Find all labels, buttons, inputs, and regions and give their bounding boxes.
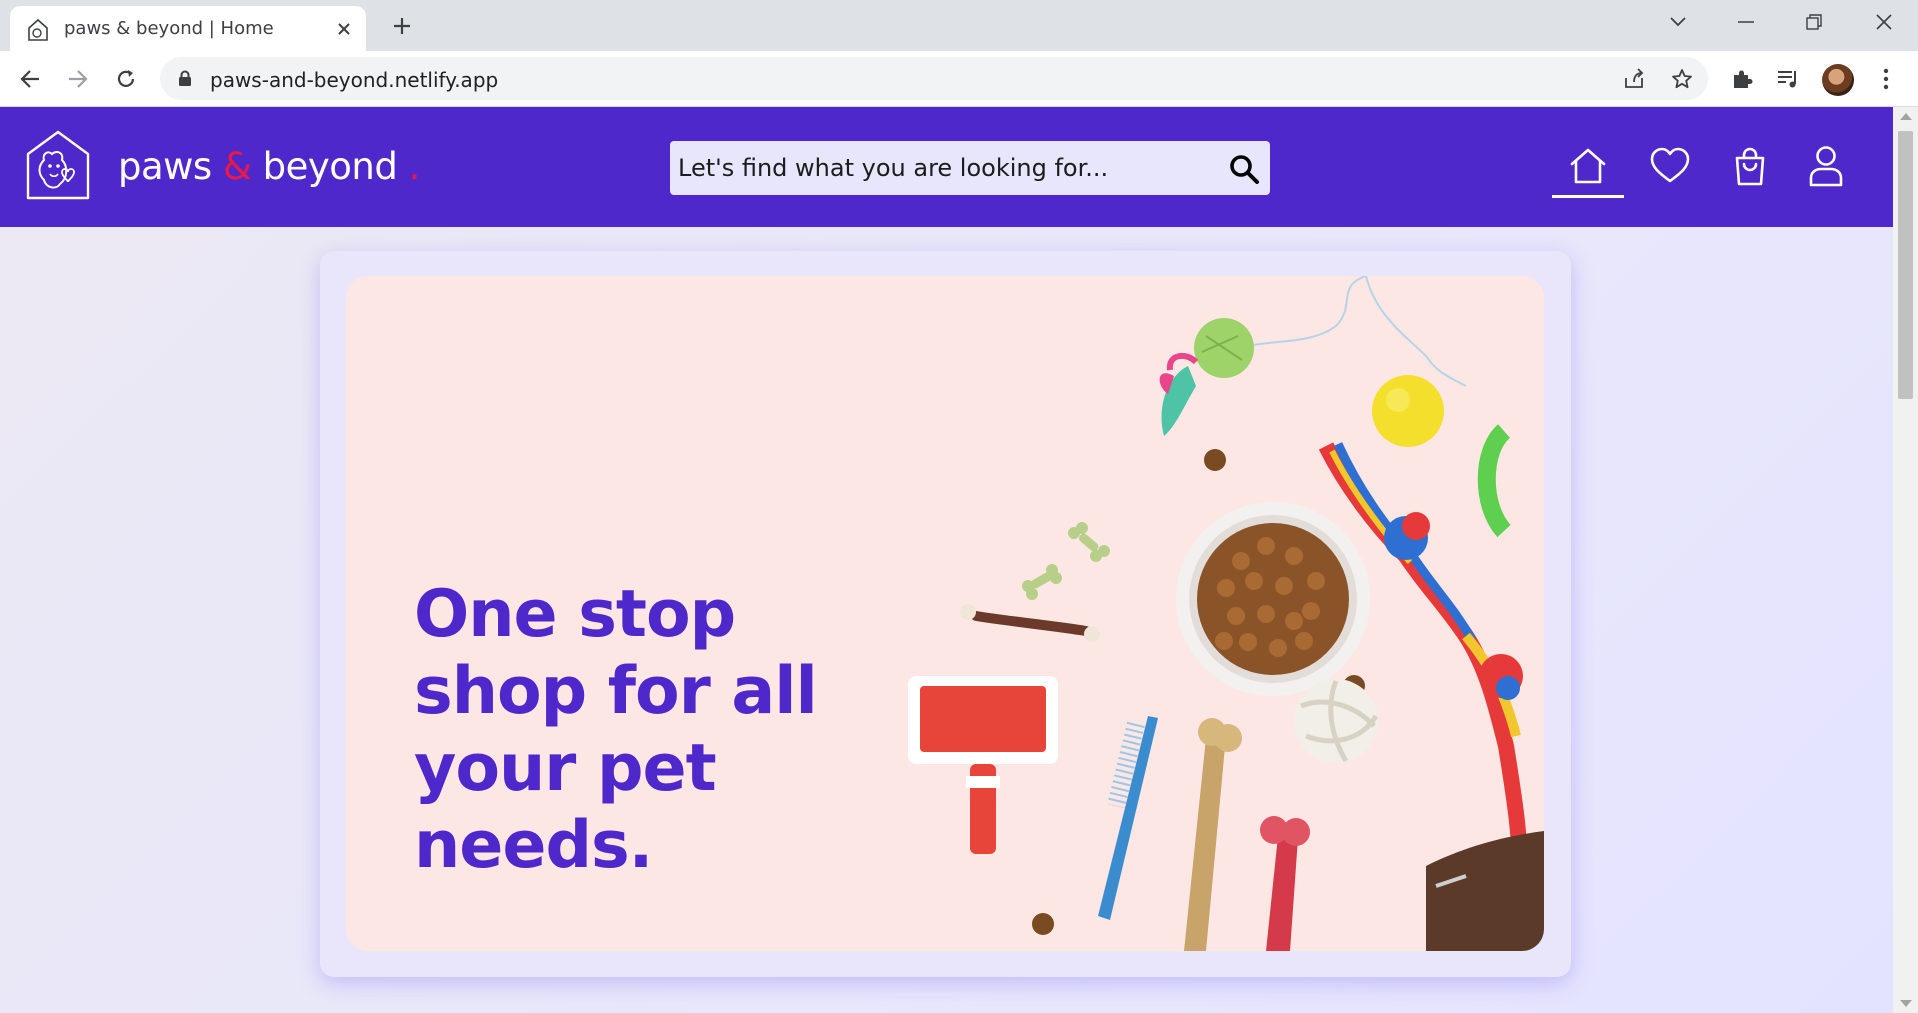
pet-supplies-illustration (908, 276, 1544, 951)
restore-icon[interactable] (1780, 0, 1848, 44)
wishlist-heart-icon[interactable] (1645, 141, 1695, 191)
browser-tabstrip: paws & beyond | Home (0, 0, 1918, 51)
search-icon[interactable] (1228, 153, 1260, 185)
home-active-indicator (1552, 195, 1624, 198)
page-scrollbar[interactable] (1893, 107, 1918, 1013)
share-icon[interactable] (1620, 65, 1648, 93)
home-icon[interactable] (1563, 141, 1613, 191)
scroll-down-arrow-icon[interactable] (1900, 1000, 1912, 1007)
browser-toolbar: paws-and-beyond.netlify.app (0, 51, 1918, 107)
brand-dot: . (408, 145, 421, 188)
paws-favicon-icon (28, 18, 48, 41)
close-window-icon[interactable] (1850, 0, 1918, 44)
new-tab-plus-icon[interactable] (386, 10, 418, 42)
site-header: paws & beyond . (0, 107, 1893, 227)
tab-title: paws & beyond | Home (64, 18, 274, 39)
browser-menu-kebab-icon[interactable] (1868, 61, 1904, 97)
brand-part2: beyond (262, 145, 398, 188)
search-bar (670, 141, 1270, 195)
brand-wordmark[interactable]: paws & beyond . (118, 145, 420, 188)
browser-tab-active[interactable]: paws & beyond | Home (10, 6, 366, 51)
hero-banner: One stop shop for all your pet needs. (346, 276, 1544, 951)
page-viewport: paws & beyond . One stop shop for a (0, 107, 1893, 1013)
shopping-bag-icon[interactable] (1725, 141, 1775, 191)
tab-close-icon[interactable] (330, 15, 358, 43)
user-account-icon[interactable] (1801, 141, 1851, 191)
forward-arrow-icon[interactable] (60, 61, 96, 97)
brand-part1: paws (118, 145, 212, 188)
tab-search-chevron-icon[interactable] (1644, 0, 1712, 44)
search-input[interactable] (670, 141, 1210, 195)
paws-logo-icon[interactable] (26, 130, 90, 200)
scroll-up-arrow-icon[interactable] (1900, 113, 1912, 120)
brand-ampersand: & (222, 145, 252, 188)
media-queue-icon[interactable] (1770, 61, 1806, 97)
hero-title: One stop shop for all your pet needs. (414, 577, 818, 883)
hero-card: One stop shop for all your pet needs. (320, 251, 1571, 977)
lock-icon (179, 70, 191, 86)
scroll-thumb[interactable] (1898, 131, 1913, 399)
bookmark-star-icon[interactable] (1668, 65, 1696, 93)
back-arrow-icon[interactable] (12, 61, 48, 97)
address-bar[interactable]: paws-and-beyond.netlify.app (160, 57, 1708, 100)
profile-avatar[interactable] (1822, 64, 1854, 96)
minimize-icon[interactable] (1712, 0, 1780, 44)
extensions-puzzle-icon[interactable] (1724, 61, 1760, 97)
reload-icon[interactable] (108, 61, 144, 97)
url-text: paws-and-beyond.netlify.app (210, 68, 499, 92)
